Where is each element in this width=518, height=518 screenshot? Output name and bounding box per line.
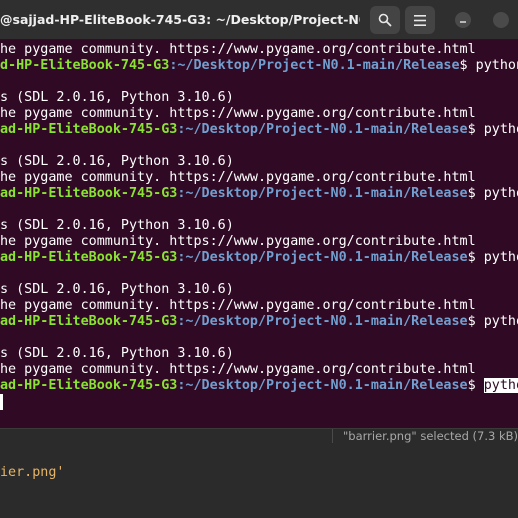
prompt-command: $ python [467, 122, 518, 137]
prompt-user: ad-HP-EliteBook-745-G3 [0, 122, 178, 137]
terminal-output-line: s (SDL 2.0.16, Python 3.10.6) [0, 154, 234, 169]
editor-pane[interactable]: ier.png' [0, 443, 518, 518]
prompt-user: ad-HP-EliteBook-745-G3 [0, 250, 178, 265]
prompt-command: $ python [467, 250, 518, 265]
terminal-output-line: s (SDL 2.0.16, Python 3.10.6) [0, 346, 234, 361]
prompt-path: :~/Desktop/Project-N0.1-main/Release [177, 250, 468, 265]
prompt-path: :~/Desktop/Project-N0.1-main/Release [177, 186, 468, 201]
terminal-output-line: he pygame community. https://www.pygame.… [0, 42, 476, 57]
prompt-path: :~/Desktop/Project-N0.1-main/Release [169, 58, 460, 73]
terminal-output-line: he pygame community. https://www.pygame.… [0, 106, 476, 121]
editor-line: ier.png' [0, 465, 65, 480]
search-button[interactable] [370, 6, 400, 34]
prompt-command: $ python [467, 186, 518, 201]
terminal-output-line: s (SDL 2.0.16, Python 3.10.6) [0, 282, 234, 297]
maximize-button[interactable] [493, 12, 509, 28]
prompt-user: ad-HP-EliteBook-745-G3 [0, 186, 178, 201]
selection-status: "barrier.png" selected (7.3 kB) [332, 429, 518, 443]
search-icon [378, 13, 392, 27]
terminal-prompt-line: ad-HP-EliteBook-745-G3:~/Desktop/Project… [0, 250, 518, 266]
prompt-path: :~/Desktop/Project-N0.1-main/Release [177, 314, 468, 329]
selected-command-text[interactable]: python [483, 378, 518, 393]
terminal-prompt-line: ad-HP-EliteBook-745-G3:~/Desktop/Project… [0, 186, 518, 202]
file-manager-statusbar: "barrier.png" selected (7.3 kB) [0, 428, 518, 443]
minimize-button[interactable] [455, 12, 471, 28]
terminal-output-line: he pygame community. https://www.pygame.… [0, 170, 476, 185]
window-titlebar[interactable]: @sajjad-HP-EliteBook-745-G3: ~/Desktop/P… [0, 0, 518, 40]
prompt-path: :~/Desktop/Project-N0.1-main/Release [177, 122, 468, 137]
terminal-cursor [0, 394, 3, 410]
window-title: @sajjad-HP-EliteBook-745-G3: ~/Desktop/P… [0, 12, 360, 27]
menu-button[interactable] [405, 6, 435, 34]
terminal-output-line: s (SDL 2.0.16, Python 3.10.6) [0, 218, 234, 233]
prompt-user: ad-HP-EliteBook-745-G3 [0, 314, 178, 329]
terminal-prompt-line: ad-HP-EliteBook-745-G3:~/Desktop/Project… [0, 378, 518, 394]
terminal-prompt-line: ad-HP-EliteBook-745-G3:~/Desktop/Project… [0, 314, 518, 330]
terminal-output-line: he pygame community. https://www.pygame.… [0, 234, 476, 249]
terminal-output-line: he pygame community. https://www.pygame.… [0, 362, 476, 377]
terminal-prompt-line: d-HP-EliteBook-745-G3:~/Desktop/Project-… [0, 58, 518, 74]
prompt-command: $ python [467, 314, 518, 329]
terminal-prompt-line: ad-HP-EliteBook-745-G3:~/Desktop/Project… [0, 122, 518, 138]
terminal-output-line: s (SDL 2.0.16, Python 3.10.6) [0, 90, 234, 105]
prompt-command: $ python [459, 58, 518, 73]
hamburger-menu-icon [414, 14, 426, 26]
terminal-output-line: he pygame community. https://www.pygame.… [0, 298, 476, 313]
prompt-path: :~/Desktop/Project-N0.1-main/Release [177, 378, 468, 393]
prompt-command: $ [467, 378, 484, 393]
prompt-user: ad-HP-EliteBook-745-G3 [0, 378, 178, 393]
minimize-icon [460, 21, 466, 23]
terminal-output[interactable]: he pygame community. https://www.pygame.… [0, 40, 518, 428]
prompt-user: d-HP-EliteBook-745-G3 [0, 58, 170, 73]
